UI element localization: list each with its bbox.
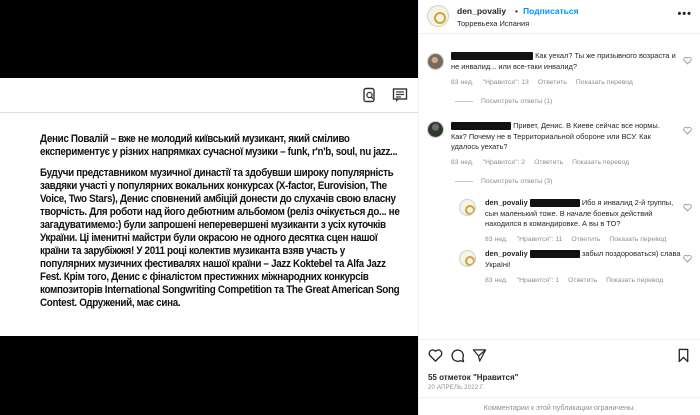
- more-horizontal-icon[interactable]: •••: [677, 8, 692, 20]
- likes-number: 55 отметок: [428, 373, 471, 382]
- share-icon[interactable]: [472, 348, 487, 363]
- post-header: den_povaliy • Подписаться Торревьеха Исп…: [419, 0, 700, 34]
- heart-icon[interactable]: [683, 126, 692, 135]
- comments-list[interactable]: Как уехал? Ты же призывного возраста и н…: [419, 35, 700, 339]
- location-link[interactable]: Торревьеха Испания: [457, 19, 529, 28]
- post-date: 20 АПРЕЛЬ 2022 Г.: [428, 385, 485, 391]
- reply-button[interactable]: Ответить: [571, 236, 600, 243]
- translate-button[interactable]: Показать перевод: [609, 236, 666, 243]
- comment-username[interactable]: den_povaliy: [485, 249, 528, 258]
- post-image: Денис Повалій – вже не молодий київський…: [0, 78, 418, 336]
- comments-restricted-note: Комментарии к этой публикации ограничены…: [419, 397, 700, 415]
- comment-likes[interactable]: "Нравится": 2: [483, 159, 525, 166]
- comment-text: den_povaliy забыл поздороваться) слава У…: [485, 249, 681, 270]
- comment-meta: 83 нед. "Нравится": 2 Ответить Показать пер…: [451, 159, 638, 166]
- post-actions: 55 отметок "Нравится" 20 АПРЕЛЬ 2022 Г. …: [419, 339, 700, 415]
- comment-meta: 83 нед. "Нравится": 13 Ответить Показать пе…: [451, 79, 642, 86]
- reply-button[interactable]: Ответить: [538, 79, 567, 86]
- comment-text: Как уехал? Ты же призывного возраста и н…: [451, 51, 676, 72]
- avatar[interactable]: [459, 199, 476, 216]
- comment-age: 83 нед.: [485, 236, 508, 243]
- avatar[interactable]: [427, 53, 444, 70]
- heart-icon[interactable]: [683, 203, 692, 212]
- separator-dot: •: [515, 6, 518, 16]
- likes-count[interactable]: 55 отметок "Нравится": [428, 373, 518, 382]
- comment-likes[interactable]: "Нравится": 1: [517, 277, 559, 284]
- comment-icon[interactable]: [450, 348, 465, 363]
- comment-age: 83 нед.: [451, 159, 474, 166]
- redacted-username: [451, 52, 533, 61]
- header-username[interactable]: den_povaliy: [457, 6, 506, 16]
- avatar[interactable]: [427, 5, 449, 27]
- translate-button[interactable]: Показать перевод: [576, 79, 633, 86]
- heart-icon[interactable]: [683, 254, 692, 263]
- heart-icon[interactable]: [683, 56, 692, 65]
- image-toolbar: [0, 78, 418, 113]
- article-paragraph: Денис Повалій – вже не молодий київський…: [40, 133, 398, 158]
- post-media[interactable]: Денис Повалій – вже не молодий київський…: [0, 0, 418, 415]
- comment-meta: 83 нед. "Нравится": 1 Ответить Показать пер…: [485, 277, 672, 284]
- heart-icon[interactable]: [428, 348, 443, 363]
- comment-age: 83 нед.: [451, 79, 474, 86]
- comment-likes[interactable]: "Нравится": 13: [483, 79, 529, 86]
- reply-button[interactable]: Ответить: [568, 277, 597, 284]
- translate-button[interactable]: Показать перевод: [606, 277, 663, 284]
- translate-button[interactable]: Показать перевод: [572, 159, 629, 166]
- document-search-icon: [363, 87, 375, 103]
- likes-label: "Нравится": [472, 373, 519, 382]
- view-replies-button[interactable]: Посмотреть ответы (3): [455, 178, 552, 185]
- bookmark-icon[interactable]: [676, 348, 691, 363]
- avatar[interactable]: [427, 121, 444, 138]
- comment-username[interactable]: den_povaliy: [485, 198, 528, 207]
- article-paragraph: Будучи представником музичної династії т…: [40, 167, 400, 309]
- comment-text: den_povaliy Ибо я инвалид 2-й группы, сы…: [485, 198, 681, 230]
- redacted-mention: [529, 199, 580, 208]
- redacted-mention: [529, 250, 580, 259]
- article-text: Денис Повалій – вже не молодий київський…: [40, 133, 403, 318]
- avatar[interactable]: [459, 250, 476, 267]
- reply-button[interactable]: Ответить: [534, 159, 563, 166]
- comment-text: Привет, Денис. В Киеве сейчас все нормы.…: [451, 121, 676, 153]
- comment-likes[interactable]: "Нравится": 11: [517, 236, 563, 243]
- post-side-panel: den_povaliy • Подписаться Торревьеха Исп…: [418, 0, 700, 415]
- follow-button[interactable]: Подписаться: [523, 6, 579, 16]
- view-replies-button[interactable]: Посмотреть ответы (1): [455, 98, 552, 105]
- redacted-username: [451, 122, 511, 131]
- comment-age: 83 нед.: [485, 277, 508, 284]
- text-document-icon: [392, 88, 408, 102]
- comment-meta: 83 нед. "Нравится": 11 Ответить Показать пе…: [485, 236, 675, 243]
